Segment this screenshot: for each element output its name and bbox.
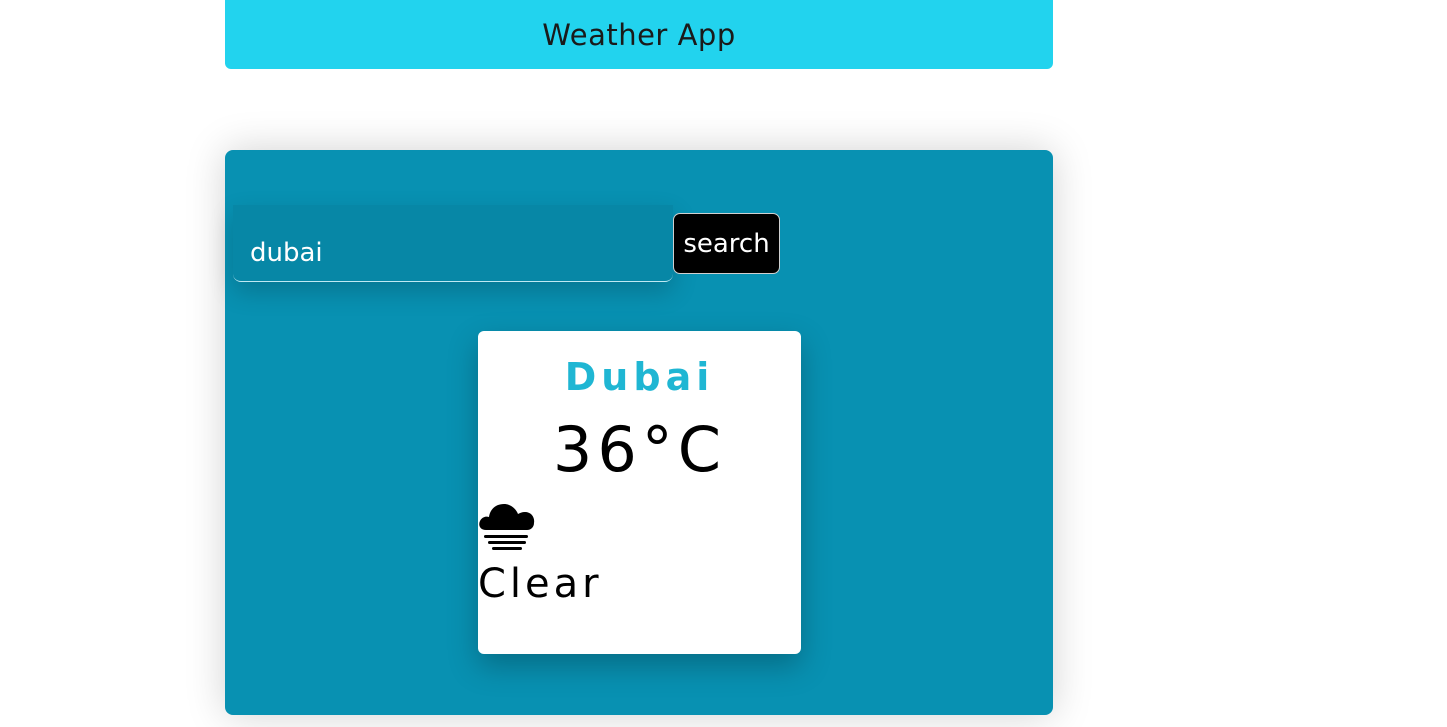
city-search-input[interactable]: [233, 205, 673, 282]
weather-card: Dubai 36°C Clear: [478, 331, 801, 654]
weather-panel: search Dubai 36°C Clear: [225, 150, 1053, 715]
app-title: Weather App: [542, 17, 736, 52]
weather-condition: Clear: [478, 561, 603, 607]
city-name: Dubai: [564, 355, 715, 399]
app-header: Weather App: [225, 0, 1053, 69]
temperature-value: 36°C: [552, 413, 727, 486]
search-button[interactable]: search: [673, 213, 780, 274]
cloud-fog-icon: [478, 495, 536, 555]
